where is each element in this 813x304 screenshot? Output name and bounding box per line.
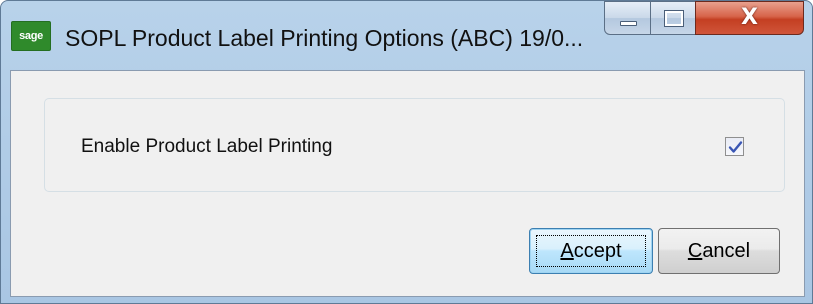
focus-ring (536, 235, 646, 267)
close-icon: X (741, 5, 758, 30)
enable-label-printing-label: Enable Product Label Printing (81, 136, 333, 157)
title-bar[interactable]: sage SOPL Product Label Printing Options… (1, 1, 812, 71)
cancel-mnemonic: C (687, 240, 703, 262)
minimize-icon (620, 21, 637, 26)
dialog-client-area: Enable Product Label Printing Accept Can… (10, 70, 805, 297)
cancel-button[interactable]: Cancel (658, 228, 780, 274)
caption-buttons: X (604, 1, 804, 35)
enable-label-printing-checkbox[interactable] (725, 137, 744, 156)
dialog-window: sage SOPL Product Label Printing Options… (0, 0, 813, 304)
checkmark-icon (728, 141, 743, 153)
sage-app-icon[interactable]: sage (11, 21, 51, 51)
minimize-button[interactable] (604, 1, 651, 35)
maximize-button[interactable] (650, 1, 696, 35)
options-group: Enable Product Label Printing (44, 98, 785, 192)
accept-button[interactable]: Accept (529, 228, 653, 274)
window-title: SOPL Product Label Printing Options (ABC… (65, 25, 584, 51)
cancel-label-rest: ancel (702, 240, 751, 262)
maximize-icon (664, 10, 684, 27)
close-button[interactable]: X (695, 1, 804, 35)
